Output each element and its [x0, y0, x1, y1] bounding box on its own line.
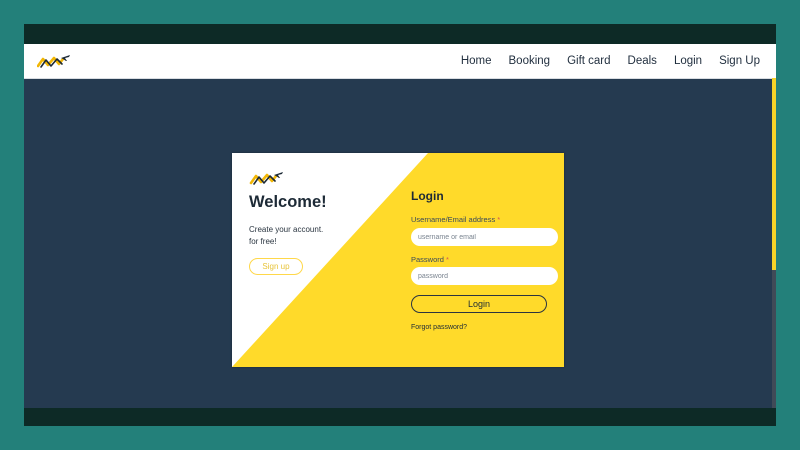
scrollbar-thumb[interactable]: [772, 78, 776, 270]
airplane-logo-icon[interactable]: [37, 53, 71, 69]
nav-sign-up-link[interactable]: Sign Up: [719, 55, 760, 67]
login-heading: Login: [411, 189, 444, 203]
browser-window: Home Booking Gift card Deals Login Sign …: [24, 24, 776, 426]
top-navbar: Home Booking Gift card Deals Login Sign …: [24, 44, 776, 79]
nav-login-link[interactable]: Login: [674, 55, 702, 67]
welcome-heading: Welcome!: [249, 193, 327, 211]
nav-gift-card-link[interactable]: Gift card: [567, 55, 610, 67]
sign-up-button[interactable]: Sign up: [249, 258, 303, 275]
nav-booking-link[interactable]: Booking: [509, 55, 551, 67]
promo-line-1: Create your account.: [249, 225, 324, 234]
airplane-logo-icon: [249, 172, 283, 185]
forgot-password-link[interactable]: Forgot password?: [411, 324, 467, 331]
password-label-text: Password: [411, 255, 444, 264]
username-input[interactable]: [411, 228, 558, 246]
username-label-text: Username/Email address: [411, 215, 496, 224]
password-input[interactable]: [411, 267, 558, 285]
username-label: Username/Email address *: [411, 215, 500, 224]
login-submit-button[interactable]: Login: [411, 295, 547, 313]
required-marker: *: [497, 215, 501, 224]
nav-home-link[interactable]: Home: [461, 55, 492, 67]
nav-deals-link[interactable]: Deals: [628, 55, 657, 67]
promo-line-2: for free!: [249, 237, 277, 246]
page-viewport: Home Booking Gift card Deals Login Sign …: [24, 44, 776, 408]
signup-promo-text: Create your account. for free!: [249, 224, 369, 248]
required-marker: *: [445, 255, 449, 264]
page-scrollbar[interactable]: [772, 78, 776, 408]
main-nav: Home Booking Gift card Deals Login Sign …: [461, 44, 760, 78]
password-label: Password *: [411, 255, 449, 264]
auth-card: Welcome! Create your account. for free! …: [232, 153, 564, 367]
